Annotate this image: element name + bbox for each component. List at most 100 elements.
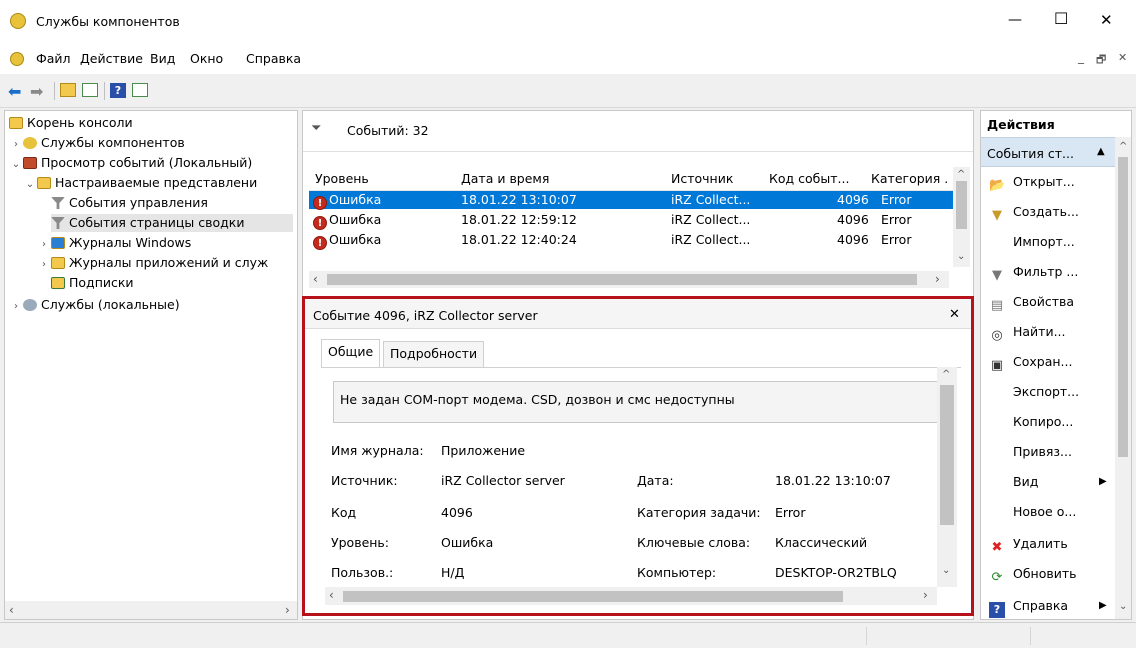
events-list-header: Уровень Дата и время Источник Код событ.… xyxy=(309,166,953,191)
action-view[interactable]: Вид ▶ xyxy=(989,471,1109,493)
scroll-down-icon[interactable]: ⌄ xyxy=(957,251,965,262)
menu-file[interactable]: Файл xyxy=(36,51,71,66)
col-source[interactable]: Источник xyxy=(671,171,733,186)
scroll-thumb[interactable] xyxy=(956,181,967,229)
action-save[interactable]: ▣ Сохран... xyxy=(989,351,1109,373)
action-filter[interactable]: ▼ Фильтр ... xyxy=(989,261,1109,283)
action-properties[interactable]: ▤ Свойства xyxy=(989,291,1109,313)
action-import[interactable]: Импорт... xyxy=(989,231,1109,253)
tree-item-console-root[interactable]: Корень консоли xyxy=(9,114,133,132)
chevron-right-icon[interactable]: › xyxy=(9,136,23,154)
tree-item-summary-page-events[interactable]: События страницы сводки xyxy=(51,214,293,232)
level-cell: ! Ошибка xyxy=(313,212,381,230)
action-open[interactable]: 📂 Открыт... xyxy=(989,171,1109,193)
toolbar-separator xyxy=(104,82,105,100)
mdi-restore-button[interactable]: 🗗 xyxy=(1096,51,1106,70)
event-category: Error xyxy=(881,212,912,227)
event-datetime: 18.01.22 13:10:07 xyxy=(461,192,577,207)
collapse-up-icon[interactable]: ▲ xyxy=(1097,146,1105,157)
events-vscrollbar[interactable]: ^ ⌄ xyxy=(953,167,970,267)
toolbar-separator xyxy=(54,82,55,100)
tree-item-subscriptions[interactable]: Подписки xyxy=(51,274,134,292)
action-help[interactable]: ? Справка ▶ xyxy=(989,595,1109,618)
event-code: 4096 xyxy=(837,232,869,247)
tree-item-app-service-logs[interactable]: › Журналы приложений и служ xyxy=(37,254,268,272)
events-hscrollbar[interactable]: ‹ › xyxy=(309,271,949,288)
actions-header: Действия xyxy=(987,117,1055,132)
event-category: Error xyxy=(881,192,912,207)
detail-hscrollbar[interactable]: ‹ › xyxy=(325,587,937,605)
tree-item-component-services[interactable]: › Службы компонентов xyxy=(9,134,185,152)
scroll-up-icon[interactable]: ^ xyxy=(957,169,965,180)
action-label: Открыт... xyxy=(1013,174,1075,189)
forward-arrow-icon[interactable]: ➡ xyxy=(30,82,43,101)
action-new-window[interactable]: Новое о... xyxy=(989,501,1109,523)
tree-item-windows-logs[interactable]: › Журналы Windows xyxy=(37,234,191,252)
detail-close-button[interactable]: ✕ xyxy=(949,307,960,322)
event-row[interactable]: ! Ошибка 18.01.22 12:59:12 iRZ Collect...… xyxy=(309,211,953,230)
menu-view[interactable]: Вид xyxy=(150,51,175,66)
chevron-down-icon[interactable]: ⌄ xyxy=(23,176,37,194)
chevron-right-icon[interactable]: › xyxy=(37,236,51,254)
scroll-thumb[interactable] xyxy=(343,591,843,602)
action-refresh[interactable]: ⟳ Обновить xyxy=(989,563,1109,585)
col-category[interactable]: Категория . xyxy=(871,171,948,186)
chevron-down-icon[interactable]: ⌄ xyxy=(9,156,23,174)
tab-general[interactable]: Общие xyxy=(321,339,381,367)
action-delete[interactable]: ✖ Удалить xyxy=(989,533,1109,555)
scroll-thumb[interactable] xyxy=(327,274,917,285)
mdi-minimize-button[interactable]: _ xyxy=(1078,50,1084,64)
actions-section-header[interactable]: События ст... ▲ xyxy=(981,137,1115,167)
scroll-right-icon[interactable]: › xyxy=(935,272,940,286)
tree-item-event-viewer[interactable]: ⌄ Просмотр событий (Локальный) xyxy=(9,154,252,172)
action-create[interactable]: ▼ Создать... xyxy=(989,201,1109,223)
close-button[interactable]: ✕ xyxy=(1100,11,1113,29)
tree-hscrollbar[interactable]: ‹ › xyxy=(5,601,297,619)
tree-item-custom-views[interactable]: ⌄ Настраиваемые представлени xyxy=(23,174,257,192)
scroll-thumb[interactable] xyxy=(940,385,954,525)
action-find[interactable]: ◎ Найти... xyxy=(989,321,1109,343)
detail-vscrollbar[interactable]: ^ ⌄ xyxy=(937,367,957,587)
show-hide-tree-icon[interactable] xyxy=(82,83,98,97)
event-level: Ошибка xyxy=(329,192,382,207)
actions-vscrollbar[interactable]: ^ ⌄ xyxy=(1115,137,1131,619)
tab-details[interactable]: Подробности xyxy=(383,341,485,367)
minimize-button[interactable]: — xyxy=(1008,12,1022,28)
console-tree: Корень консоли › Службы компонентов ⌄ Прос… xyxy=(4,110,298,620)
action-label: Копиро... xyxy=(1013,414,1074,429)
chevron-right-icon[interactable]: › xyxy=(9,298,23,316)
scroll-down-icon[interactable]: ⌄ xyxy=(1119,601,1127,612)
scroll-thumb[interactable] xyxy=(1118,157,1128,457)
scroll-up-icon[interactable]: ^ xyxy=(942,369,950,380)
event-row[interactable]: ! Ошибка 18.01.22 12:40:24 iRZ Collect...… xyxy=(309,231,953,250)
action-attach[interactable]: Привяз... xyxy=(989,441,1109,463)
action-export[interactable]: Экспорт... xyxy=(989,381,1109,403)
scroll-down-icon[interactable]: ⌄ xyxy=(942,565,950,576)
col-datetime[interactable]: Дата и время xyxy=(461,171,549,186)
show-hide-actions-icon[interactable] xyxy=(132,83,148,97)
scroll-up-icon[interactable]: ^ xyxy=(1119,141,1127,152)
action-copy[interactable]: Копиро... xyxy=(989,411,1109,433)
up-folder-icon[interactable] xyxy=(60,83,76,97)
help-icon[interactable]: ? xyxy=(110,83,126,98)
maximize-button[interactable]: ☐ xyxy=(1054,9,1068,28)
scroll-right-icon[interactable]: › xyxy=(923,588,928,602)
col-event-code[interactable]: Код событ... xyxy=(769,171,849,186)
scroll-right-icon[interactable]: › xyxy=(285,603,290,617)
level-value: Ошибка xyxy=(441,535,494,550)
mdi-close-button[interactable]: ✕ xyxy=(1118,51,1127,64)
menu-action[interactable]: Действие xyxy=(80,51,143,66)
event-viewer-icon xyxy=(23,157,37,169)
error-icon: ! xyxy=(313,196,327,210)
menu-help[interactable]: Справка xyxy=(246,51,301,66)
tree-item-local-services[interactable]: › Службы (локальные) xyxy=(9,296,180,314)
col-level[interactable]: Уровень xyxy=(315,171,369,186)
menu-window[interactable]: Окно xyxy=(190,51,223,66)
scroll-left-icon[interactable]: ‹ xyxy=(9,603,14,617)
back-arrow-icon[interactable]: ⬅ xyxy=(8,82,21,101)
tree-item-admin-events[interactable]: События управления xyxy=(51,194,208,212)
scroll-left-icon[interactable]: ‹ xyxy=(329,588,334,602)
chevron-right-icon[interactable]: › xyxy=(37,256,51,274)
scroll-left-icon[interactable]: ‹ xyxy=(313,272,318,286)
event-row[interactable]: ! Ошибка 18.01.22 13:10:07 iRZ Collect...… xyxy=(309,191,953,210)
